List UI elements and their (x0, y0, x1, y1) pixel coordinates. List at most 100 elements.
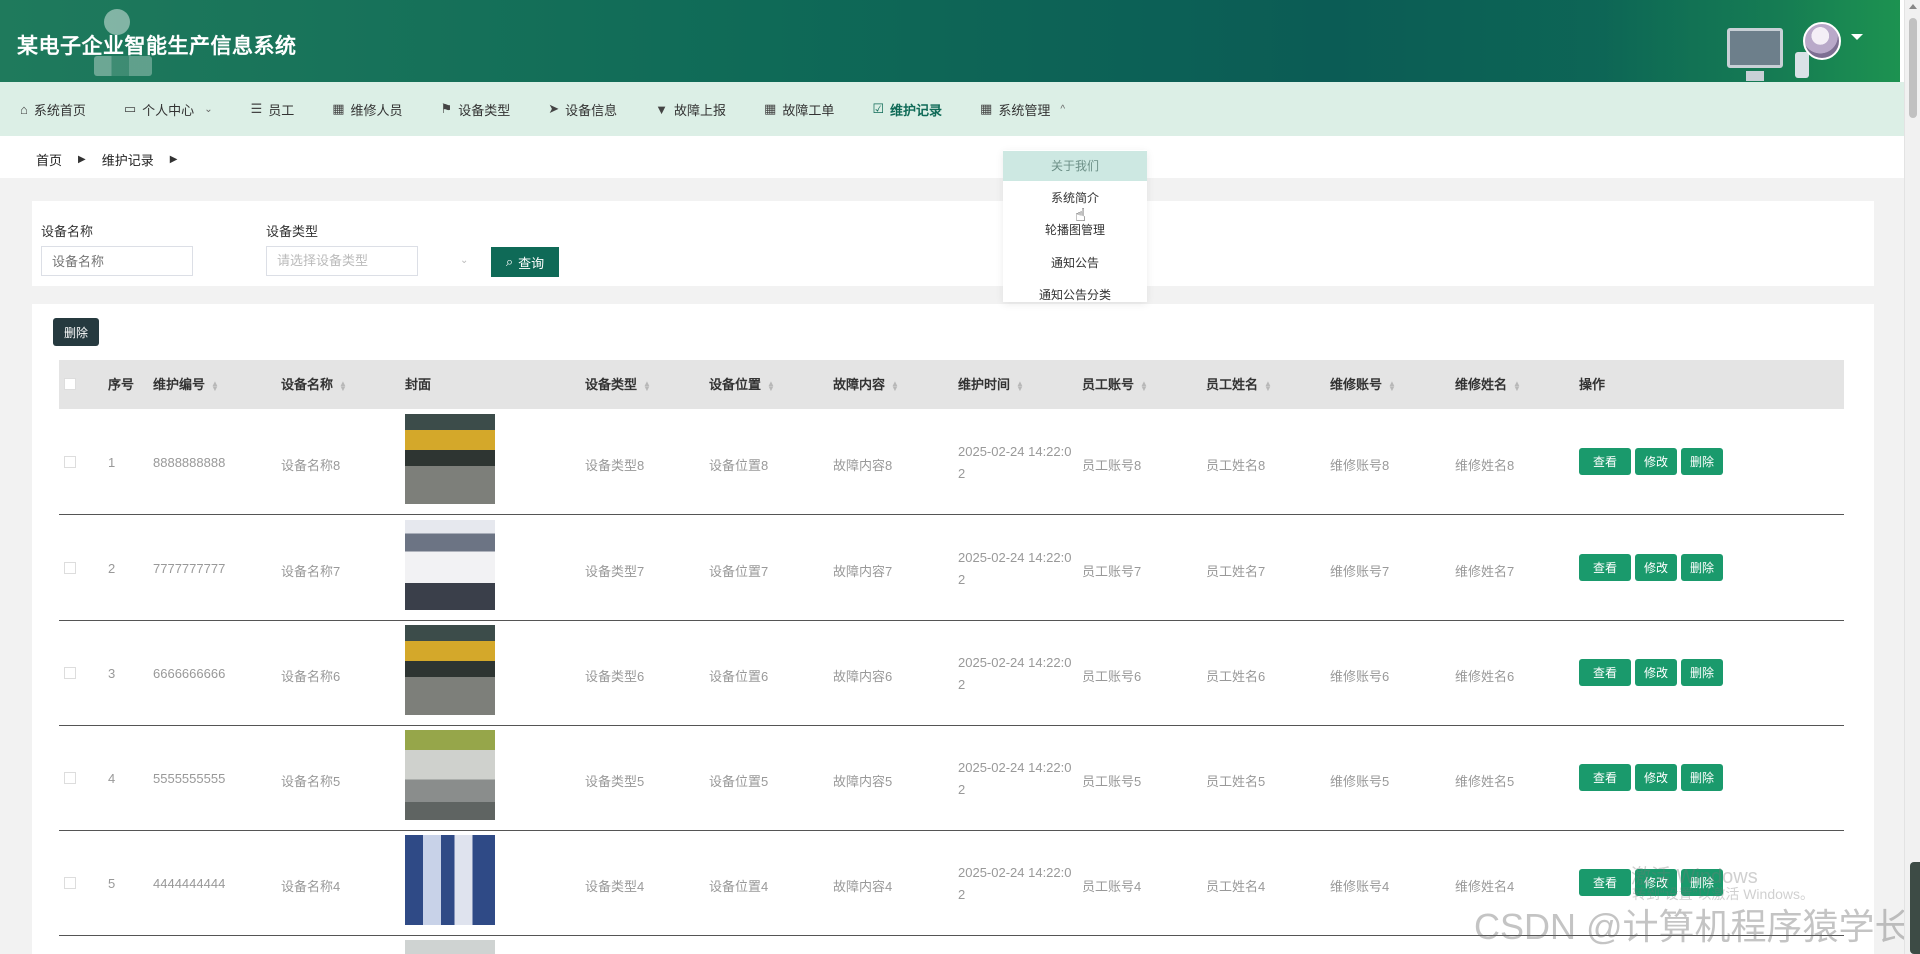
device-type-select[interactable]: 请选择设备类型 (266, 246, 418, 276)
grid-icon: ▦ (332, 101, 345, 116)
select-all-checkbox[interactable] (64, 378, 76, 390)
chevron-down-icon[interactable]: ⌄ (460, 255, 468, 266)
view-button[interactable]: 查看 (1579, 448, 1631, 475)
cell-index: 3 (108, 666, 116, 681)
cell-maint-time-wrap: 2 (958, 677, 966, 692)
row-checkbox[interactable] (64, 772, 76, 784)
view-button[interactable]: 查看 (1579, 554, 1631, 581)
row-checkbox[interactable] (64, 667, 76, 679)
nav-item-fault-ticket[interactable]: ▦ 故障工单 (764, 82, 834, 136)
delete-button[interactable]: 删除 (1681, 448, 1723, 475)
nav-item-label: 维修人员 (350, 102, 403, 118)
nav-item-system-management[interactable]: ▦ 系统管理 ^ (980, 82, 1065, 136)
col-device-name[interactable]: 设备名称 ▲ ▼ (281, 360, 347, 409)
scrollbar-thumb[interactable] (1909, 18, 1917, 118)
nav-item-device-type[interactable]: ⚑ 设备类型 (441, 82, 511, 136)
cell-device-name: 设备名称4 (281, 879, 341, 894)
edit-button[interactable]: 修改 (1635, 448, 1677, 475)
breadcrumb-home[interactable]: 首页 (36, 150, 62, 169)
cell-device-location: 设备位置7 (709, 564, 769, 579)
view-button[interactable]: 查看 (1579, 764, 1631, 791)
nav-item-maintenance-record[interactable]: ☑ 维护记录 (872, 82, 942, 136)
nav-item-home[interactable]: ⌂ 系统首页 (20, 82, 86, 136)
cell-rep-account: 维修账号5 (1330, 774, 1390, 789)
table-row: 2 7777777777 设备名称7 设备类型7 设备位置7 故障内容7 202… (59, 516, 1844, 621)
col-emp-account[interactable]: 员工账号 ▲ ▼ (1082, 360, 1148, 409)
cell-fault: 故障内容4 (833, 879, 893, 894)
edit-button[interactable]: 修改 (1635, 764, 1677, 791)
caret-down-icon[interactable] (1851, 34, 1863, 40)
cell-emp-name: 员工姓名8 (1206, 458, 1266, 473)
nav-item-label: 故障工单 (782, 102, 835, 118)
col-cover: 封面 (405, 377, 432, 392)
chevron-down-icon: ⌄ (204, 103, 213, 115)
tablet-illustration (1795, 52, 1809, 78)
chevron-right-icon: ▶ (78, 154, 86, 165)
bulk-delete-button[interactable]: 删除 (53, 318, 99, 346)
cell-maint-time: 2025-02-24 14:22:0 (958, 655, 1072, 670)
menu-item-notice[interactable]: 通知公告 (1003, 248, 1147, 278)
col-rep-account[interactable]: 维修账号 ▲ ▼ (1330, 360, 1396, 409)
nav-item-repair-staff[interactable]: ▦ 维修人员 (332, 82, 402, 136)
edit-button[interactable]: 修改 (1635, 659, 1677, 686)
menu-item-notice-category[interactable]: 通知公告分类 (1003, 280, 1147, 310)
nav-item-label: 维护记录 (890, 102, 943, 118)
col-device-location[interactable]: 设备位置 ▲ ▼ (709, 360, 775, 409)
id-card-icon: ▭ (123, 101, 137, 116)
col-emp-name[interactable]: 员工姓名 ▲ ▼ (1206, 360, 1272, 409)
delete-button[interactable]: 删除 (1681, 659, 1723, 686)
sort-icon: ▲ ▼ (767, 378, 775, 393)
app-header: 某电子企业智能生产信息系统 (0, 0, 1900, 82)
sort-icon: ▲ ▼ (643, 378, 651, 393)
table-row: 3 6666666666 设备名称6 设备类型6 设备位置6 故障内容6 202… (59, 621, 1844, 726)
row-checkbox[interactable] (64, 877, 76, 889)
delete-button[interactable]: 删除 (1681, 554, 1723, 581)
nav-item-fault-report[interactable]: ▼ 故障上报 (655, 82, 726, 136)
nav-item-label: 故障上报 (674, 102, 727, 118)
menu-item-about-us[interactable]: 关于我们 (1003, 151, 1147, 181)
cell-rep-account: 维修账号4 (1330, 879, 1390, 894)
col-rep-name[interactable]: 维修姓名 ▲ ▼ (1455, 360, 1521, 409)
table-header: 序号 维护编号 ▲ ▼ 设备名称 ▲ ▼ 封面 设备类型 ▲ ▼ 设备位置 ▲ ▼ 故障内容 ▲ ▼… (59, 360, 1844, 409)
delete-button[interactable]: 删除 (1681, 764, 1723, 791)
edit-button[interactable]: 修改 (1635, 554, 1677, 581)
cell-device-location: 设备位置8 (709, 458, 769, 473)
cell-maint-no: 5555555555 (153, 771, 226, 786)
cell-maint-time: 2025-02-24 14:22:0 (958, 865, 1072, 880)
view-button[interactable]: 查看 (1579, 869, 1631, 896)
cell-device-name: 设备名称5 (281, 774, 341, 789)
scroll-up-icon[interactable] (1909, 4, 1917, 9)
cell-device-name: 设备名称7 (281, 564, 341, 579)
user-avatar[interactable] (1803, 22, 1841, 60)
col-maint-time[interactable]: 维护时间 ▲ ▼ (958, 360, 1024, 409)
col-fault[interactable]: 故障内容 ▲ ▼ (833, 360, 899, 409)
nav-item-personal-center[interactable]: ▭ 个人中心 ⌄ (124, 82, 213, 136)
cover-image (405, 414, 495, 504)
search-button[interactable]: ⌕ 查询 (491, 247, 559, 277)
col-maint-no[interactable]: 维护编号 ▲ ▼ (153, 360, 219, 409)
main-navbar: ⌂ 系统首页 ▭ 个人中心 ⌄ ☰ 员工 ▦ 维修人员 ⚑ 设备类型 ➤ 设备信… (0, 82, 1904, 136)
cell-emp-account: 员工账号4 (1082, 879, 1142, 894)
nav-item-label: 系统首页 (33, 102, 86, 118)
view-button[interactable]: 查看 (1579, 659, 1631, 686)
monitor-illustration (1727, 28, 1783, 81)
clipboard-check-icon: ☑ (872, 101, 885, 116)
cell-emp-account: 员工账号7 (1082, 564, 1142, 579)
cell-device-name: 设备名称6 (281, 669, 341, 684)
sort-icon: ▲ ▼ (211, 378, 219, 393)
send-icon: ➤ (548, 101, 560, 116)
row-checkbox[interactable] (64, 562, 76, 574)
device-name-input[interactable] (41, 246, 193, 276)
cell-emp-name: 员工姓名7 (1206, 564, 1266, 579)
cover-image (405, 940, 495, 954)
hand-pointer-icon: ☝ (1075, 205, 1086, 225)
col-device-type[interactable]: 设备类型 ▲ ▼ (585, 360, 651, 409)
device-name-label: 设备名称 (41, 224, 94, 239)
page-scrollbar[interactable] (1904, 0, 1920, 954)
cell-index: 4 (108, 771, 116, 786)
nav-item-device-info[interactable]: ➤ 设备信息 (548, 82, 617, 136)
side-panel-handle[interactable] (1910, 862, 1920, 954)
nav-item-employee[interactable]: ☰ 员工 (251, 82, 295, 136)
row-checkbox[interactable] (64, 456, 76, 468)
cell-maint-no: 4444444444 (153, 876, 226, 891)
